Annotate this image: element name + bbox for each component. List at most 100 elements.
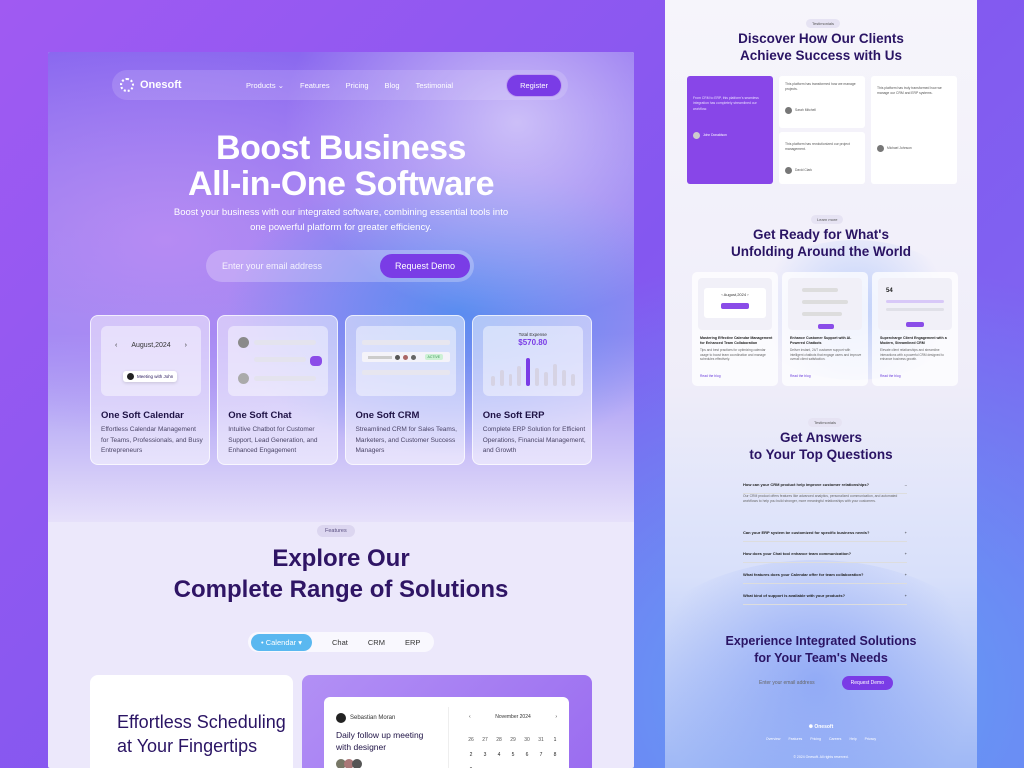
calendar-day[interactable]: 31 xyxy=(534,737,548,743)
footer-link[interactable]: Features xyxy=(788,737,802,741)
chat-line xyxy=(802,288,838,292)
chevron-left-icon[interactable]: ‹ xyxy=(469,714,471,720)
blog-card[interactable]: Enhance Customer Support with AI-Powered… xyxy=(782,272,868,386)
blog-desc: Deliver instant, 24/7 customer support w… xyxy=(790,348,862,362)
nav-item-products[interactable]: Products ⌄ xyxy=(246,81,284,90)
faq-question: How can your CRM product help improve cu… xyxy=(743,482,870,487)
expense-bar xyxy=(553,364,557,386)
scheduling-card: Effortless Scheduling at Your Fingertips xyxy=(90,675,293,768)
testimonials-title-line2: Achieve Success with Us xyxy=(739,48,903,63)
calendar-day[interactable]: 27 xyxy=(478,737,492,743)
copyright: © 2024 Onesoft. All rights reserved. xyxy=(793,755,849,759)
nav-item-blog[interactable]: Blog xyxy=(385,81,400,90)
landing-page-secondary: Testimonials Discover How Our Clients Ac… xyxy=(665,0,977,768)
footer-link[interactable]: Overview xyxy=(766,737,781,741)
tab-calendar[interactable]: • Calendar ▾ xyxy=(251,633,313,651)
calendar-day[interactable]: 6 xyxy=(520,752,534,758)
author-name: John Donaldson xyxy=(703,133,727,138)
features-title-line2: Complete Range of Solutions xyxy=(173,576,509,603)
calendar-day[interactable]: 29 xyxy=(506,737,520,743)
chat-preview xyxy=(228,326,329,396)
cta-email-input[interactable]: Enter your email address xyxy=(759,680,815,686)
product-card-chat[interactable]: One Soft Chat Intuitive Chatbot for Cust… xyxy=(217,315,338,465)
nav-links: Products ⌄ Features Pricing Blog Testimo… xyxy=(246,81,506,90)
register-button[interactable]: Register xyxy=(506,73,562,97)
product-card-crm[interactable]: ACTIVE One Soft CRM Streamlined CRM for … xyxy=(344,315,465,465)
plus-icon[interactable]: + xyxy=(905,572,907,577)
tab-erp[interactable]: ERP xyxy=(405,638,420,647)
progress-bar xyxy=(886,300,944,303)
faq-item[interactable]: Can your ERP system be customized for sp… xyxy=(743,530,907,542)
calendar-day[interactable]: 1 xyxy=(548,737,562,743)
calendar-day[interactable]: 26 xyxy=(464,737,478,743)
crm-preview: ACTIVE xyxy=(355,326,456,396)
chat-bubble xyxy=(254,357,307,362)
cta-title-line1: Experience Integrated Solutions xyxy=(725,634,917,648)
demo-user: Sebastian Moran xyxy=(336,713,395,723)
testimonial-card: This platform has transformed how we man… xyxy=(779,76,865,128)
features-title-line1: Explore Our xyxy=(272,545,410,572)
read-blog-link[interactable]: Read the blog xyxy=(790,374,811,378)
calendar-day[interactable]: 3 xyxy=(478,752,492,758)
avatar xyxy=(238,337,250,348)
author-name: David Clark xyxy=(795,167,813,172)
read-blog-link[interactable]: Read the blog xyxy=(880,374,901,378)
email-input[interactable] xyxy=(222,261,372,271)
product-desc: Complete ERP Solution for Efficient Oper… xyxy=(482,426,586,454)
plus-icon[interactable]: + xyxy=(905,551,907,556)
plus-icon[interactable]: + xyxy=(905,593,907,598)
testimonial-card: This platform has revolutionized our pro… xyxy=(779,132,865,184)
author-name: Michael Johnson xyxy=(887,145,912,150)
blog-card[interactable]: ‹ August,2024 › Mastering Effective Cale… xyxy=(692,272,778,386)
calendar-day[interactable]: 7 xyxy=(534,752,548,758)
author-name: Sarah Mitchell xyxy=(795,107,816,112)
footer-link[interactable]: Privacy xyxy=(865,737,876,741)
read-blog-link[interactable]: Read the blog xyxy=(700,374,721,378)
footer-link[interactable]: Pricing xyxy=(810,737,821,741)
blog-pill: Learn more xyxy=(811,215,844,224)
minus-icon[interactable]: – xyxy=(905,482,907,487)
expense-bar xyxy=(508,374,513,386)
nav-item-pricing[interactable]: Pricing xyxy=(346,81,369,90)
faq-item[interactable]: What features does your Calendar offer f… xyxy=(743,572,907,584)
hero-subtitle: Boost your business with our integrated … xyxy=(173,207,509,233)
brand-logo[interactable]: Onesoft xyxy=(120,78,240,92)
calendar-day[interactable]: 5 xyxy=(506,752,520,758)
footer-link[interactable]: Careers xyxy=(829,737,841,741)
testimonials-title-line1: Discover How Our Clients xyxy=(738,31,904,46)
calendar-day[interactable]: 8 xyxy=(548,752,562,758)
faq-title-line1: Get Answers xyxy=(779,430,863,445)
calendar-day[interactable]: 28 xyxy=(492,737,506,743)
tab-chat[interactable]: Chat xyxy=(332,638,348,647)
calendar-month-label: ‹ August,2024 › xyxy=(101,342,201,349)
footer-brand-name: Onesoft xyxy=(814,724,834,730)
avatar xyxy=(410,354,416,360)
expense-bar xyxy=(490,376,495,386)
crm-cell xyxy=(367,355,392,359)
blog-card[interactable]: 54 Supercharge Client Engagement with a … xyxy=(872,272,958,386)
chat-line xyxy=(802,312,842,316)
product-title: One Soft Calendar xyxy=(101,410,184,421)
calendar-day[interactable]: 4 xyxy=(492,752,506,758)
plus-icon[interactable]: + xyxy=(905,530,907,535)
calendar-day[interactable]: 2 xyxy=(464,752,478,758)
feature-tabs: • Calendar ▾ Chat CRM ERP xyxy=(248,632,434,652)
calendar-demo-panel: Sebastian Moran Daily follow up meeting … xyxy=(324,697,569,768)
nav-item-testimonial[interactable]: Testimonial xyxy=(416,81,454,90)
calendar-day[interactable]: 30 xyxy=(520,737,534,743)
blog-desc: Elevate client relationships and streaml… xyxy=(880,348,944,362)
tab-crm[interactable]: CRM xyxy=(368,638,385,647)
avatar xyxy=(352,759,362,768)
request-demo-button[interactable]: Request Demo xyxy=(379,254,470,278)
faq-item[interactable]: What kind of support is available with y… xyxy=(743,593,907,605)
product-card-erp[interactable]: Total Expense $570.80 One Soft ERP Compl… xyxy=(471,315,592,465)
faq-item[interactable]: How does your Chat tool enhance team com… xyxy=(743,551,907,563)
faq-item[interactable]: How can your CRM product help improve cu… xyxy=(743,482,907,494)
testimonial-text: This platform has transformed how we man… xyxy=(785,82,856,92)
chevron-right-icon[interactable]: › xyxy=(555,714,557,720)
cta-request-demo-button[interactable]: Request Demo xyxy=(841,676,893,690)
footer-link[interactable]: Help xyxy=(849,737,856,741)
blog-title-line1: Get Ready for What's xyxy=(753,227,889,242)
nav-item-features[interactable]: Features xyxy=(300,81,330,90)
product-card-calendar[interactable]: ‹ August,2024 › Meeting with John One Soft… xyxy=(90,315,211,465)
